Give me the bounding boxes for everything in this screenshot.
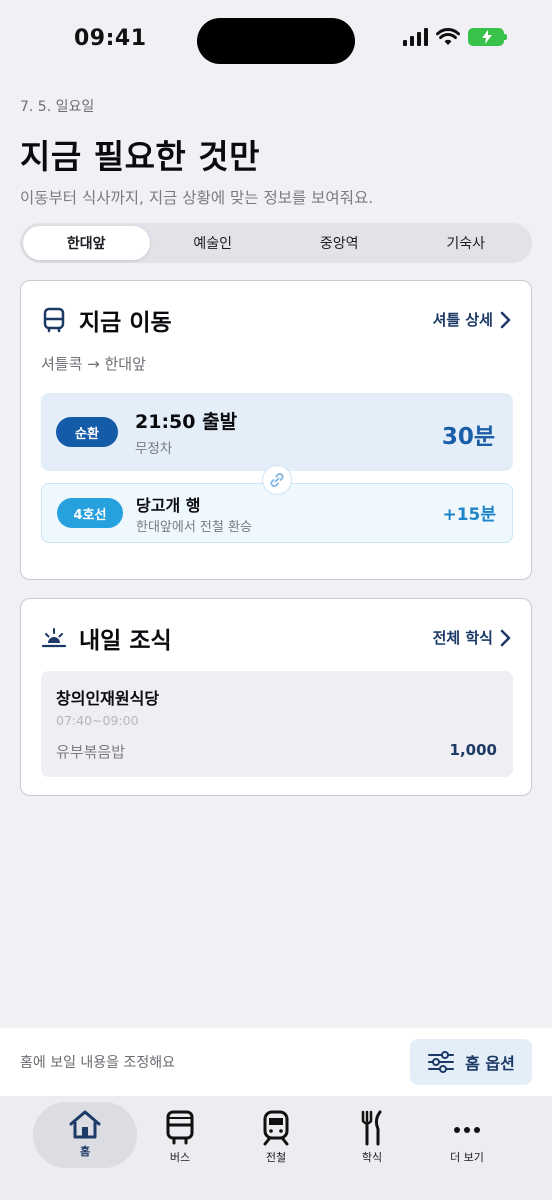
more-icon (454, 1127, 480, 1133)
line4-badge: 4호선 (57, 498, 123, 528)
segment-jungangyeok[interactable]: 중앙역 (276, 226, 403, 260)
subway-direction: 당고개 행 (136, 496, 201, 515)
shuttle-departure-row[interactable]: 순환 21:50 출발 무정차 30분 (41, 393, 513, 471)
tab-cafeteria[interactable]: 학식 (320, 1102, 424, 1168)
tomorrow-breakfast-card: 내일 조식 전체 학식 창의인재원식당 07:40~09:00 유부볶음밥 1,… (20, 598, 532, 796)
battery-icon (468, 28, 507, 46)
segment-yesulin[interactable]: 예술인 (150, 226, 277, 260)
route-label: 셔틀콕 → 한대앞 (41, 355, 146, 373)
tab-home-label: 홈 (79, 1145, 91, 1158)
chevron-right-icon (500, 629, 511, 646)
shuttle-note: 무정차 (135, 441, 173, 457)
page-subtitle: 이동부터 식사까지, 지금 상황에 맞는 정보를 보여줘요. (20, 189, 374, 207)
transfer-note: 한대앞에서 전철 환승 (136, 520, 252, 535)
home-options-bar: 홈에 보일 내용을 조정해요 홈 옵션 (0, 1028, 552, 1096)
home-options-button[interactable]: 홈 옵션 (410, 1039, 532, 1085)
shuttle-detail-link[interactable]: 셔틀 상세 (433, 309, 511, 330)
cellular-signal-icon (403, 28, 428, 46)
bottom-tab-bar: 홈 버스 전철 학식 더 보기 (0, 1096, 552, 1200)
tab-subway-label: 전철 (265, 1151, 287, 1164)
segment-dormitory[interactable]: 기숙사 (403, 226, 530, 260)
tab-more-label: 더 보기 (450, 1151, 484, 1164)
charging-bolt-icon (482, 30, 492, 44)
menu-price: 1,000 (449, 741, 497, 759)
cafeteria-menu-item[interactable]: 창의인재원식당 07:40~09:00 유부볶음밥 1,000 (41, 671, 513, 777)
station-segmented-control: 한대앞 예술인 중앙역 기숙사 (20, 223, 532, 263)
page-title: 지금 필요한 것만 (20, 137, 260, 176)
chevron-right-icon (500, 311, 511, 328)
train-icon (263, 1110, 289, 1146)
all-cafeteria-link[interactable]: 전체 학식 (433, 627, 511, 648)
sunrise-icon (41, 628, 67, 648)
shuttle-departure-time: 21:50 출발 (135, 411, 238, 433)
shuttle-detail-label: 셔틀 상세 (432, 311, 493, 329)
tab-cafeteria-label: 학식 (361, 1151, 383, 1164)
tab-bus[interactable]: 버스 (128, 1102, 232, 1168)
home-options-text: 홈에 보일 내용을 조정해요 (20, 1055, 176, 1071)
cafeteria-name: 창의인재원식당 (56, 689, 160, 708)
link-icon (262, 465, 292, 495)
home-icon (69, 1110, 101, 1139)
shuttle-minutes: 30분 (441, 424, 495, 450)
menu-name: 유부볶음밥 (56, 743, 126, 761)
meal-card-title: 내일 조식 (79, 628, 172, 654)
sliders-icon (428, 1051, 455, 1073)
segment-handaeap[interactable]: 한대앞 (23, 226, 150, 260)
cafeteria-hours: 07:40~09:00 (56, 713, 139, 728)
move-card-title: 지금 이동 (79, 310, 172, 336)
status-icons (403, 28, 507, 46)
meal-card-header: 내일 조식 (41, 621, 172, 655)
date-label: 7. 5. 일요일 (20, 99, 95, 115)
fork-knife-icon (361, 1110, 382, 1146)
tab-subway[interactable]: 전철 (224, 1102, 328, 1168)
bus-icon (166, 1110, 194, 1145)
tab-more[interactable]: 더 보기 (415, 1102, 519, 1168)
bus-icon (43, 307, 65, 333)
wifi-icon (436, 28, 460, 45)
circulation-badge: 순환 (56, 417, 118, 447)
tab-home[interactable]: 홈 (33, 1102, 137, 1168)
transfer-extra-minutes: +15분 (442, 505, 496, 525)
move-now-card: 지금 이동 셔틀 상세 셔틀콕 → 한대앞 순환 21:50 출발 무정차 30… (20, 280, 532, 580)
status-bar: 09:41 (0, 0, 552, 84)
dynamic-island (197, 18, 355, 64)
move-card-header: 지금 이동 (41, 303, 172, 337)
tab-bus-label: 버스 (169, 1151, 191, 1164)
status-time: 09:41 (74, 26, 147, 51)
home-options-label: 홈 옵션 (465, 1054, 515, 1073)
all-cafeteria-label: 전체 학식 (432, 629, 493, 647)
